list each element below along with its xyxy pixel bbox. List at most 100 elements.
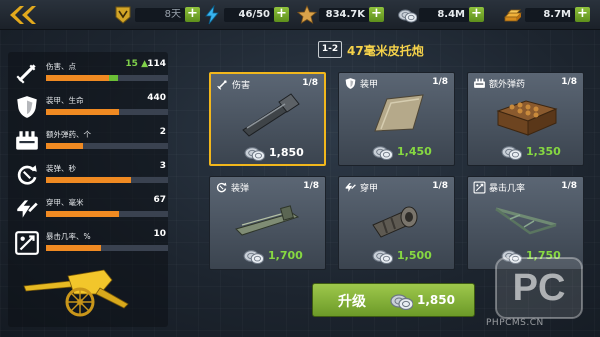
- armor-plate-image: [374, 94, 424, 132]
- stat-bar-fill: [46, 211, 120, 217]
- back-button[interactable]: [4, 3, 44, 27]
- stat-bar: [46, 143, 168, 149]
- star-icon: [297, 5, 317, 24]
- stat-bonus: 15 ▲: [125, 59, 148, 69]
- silver-add-button[interactable]: +: [469, 7, 484, 22]
- card-title: 装甲: [360, 80, 379, 90]
- stat-bar: [46, 109, 168, 115]
- penetration-icon: [344, 182, 357, 193]
- upgrade-button-label: 升级: [338, 294, 366, 310]
- upgrade-card-armor[interactable]: 装甲 1/8 1,450: [338, 72, 455, 166]
- watermark-logo: PC: [495, 257, 583, 319]
- stat-row-damage: 伤害、点 15 ▲ 114: [14, 56, 170, 90]
- card-level: 1/8: [432, 77, 448, 87]
- card-cost: 1,350: [526, 145, 561, 158]
- rank-add-button[interactable]: +: [185, 7, 200, 22]
- shell-icon: [16, 63, 37, 84]
- upgrade-button[interactable]: 升级 1,850: [312, 283, 475, 317]
- card-level: 1/8: [432, 181, 448, 191]
- shield-icon: [17, 96, 37, 118]
- stat-bar-fill: [46, 177, 132, 183]
- card-cost: 1,850: [269, 146, 304, 159]
- stat-name: 装甲、生命: [46, 96, 84, 105]
- stat-name: 额外弹药、个: [46, 130, 91, 139]
- stat-bar-bonus-fill: [109, 75, 118, 81]
- breech-image: [235, 205, 300, 236]
- card-level: 1/8: [302, 78, 318, 88]
- silver-coins-icon: [243, 250, 264, 264]
- crit-icon: [15, 231, 39, 255]
- gold-value: 8.7M: [525, 8, 575, 22]
- silver-coins-icon: [244, 147, 265, 161]
- card-title: 伤害: [232, 81, 251, 91]
- watermark-logo-text: PC: [513, 267, 566, 309]
- stat-row-crit-chance: 暴击几率、% 10: [14, 226, 170, 260]
- shield-icon: [345, 78, 356, 89]
- energy-value: 46/50: [224, 8, 274, 22]
- card-title: 暴击几率: [489, 184, 526, 194]
- stat-row-extra-ammo: 额外弹药、个 2: [14, 124, 170, 158]
- watermark-url: PHPCMS.CN: [486, 318, 544, 328]
- card-title: 装弹: [231, 184, 250, 194]
- stat-value: 67: [153, 195, 166, 205]
- stat-value: 2: [159, 127, 166, 137]
- lightning-icon: [205, 5, 219, 25]
- stat-row-reload: 装弹、秒 3: [14, 158, 170, 192]
- card-title: 穿甲: [360, 184, 379, 194]
- gun-carriage-image: [495, 207, 557, 235]
- top-resource-bar: 8天 + 46/50 + 834.7K + 8.4M + 8.7M +: [0, 0, 600, 30]
- card-level: 1/8: [303, 181, 319, 191]
- stat-bar-fill: [46, 75, 110, 81]
- stat-bar: [46, 177, 168, 183]
- upgrade-cost: 1,850: [417, 293, 455, 307]
- stat-row-penetration: 穿甲、毫米 67: [14, 192, 170, 226]
- upgrade-card-damage[interactable]: 伤害 1/8 1,850: [209, 72, 326, 166]
- stat-name: 穿甲、毫米: [46, 198, 84, 207]
- crit-icon: [473, 181, 486, 194]
- upgrade-card-reload[interactable]: 装弹 1/8 1,700: [209, 176, 326, 270]
- weapon-tier-badge: 1-2: [318, 41, 342, 58]
- gold-bars-icon: [504, 9, 522, 22]
- silver-coins-icon: [398, 9, 417, 23]
- card-level: 1/8: [561, 181, 577, 191]
- ammo-box-icon: [16, 131, 38, 150]
- stat-value: 10: [153, 229, 166, 239]
- reload-icon: [17, 163, 39, 185]
- stat-bar: [46, 75, 168, 81]
- silver-coins-icon: [501, 146, 522, 160]
- stat-value: 440: [147, 93, 166, 103]
- stat-bar-fill: [46, 143, 83, 149]
- card-level: 1/8: [561, 77, 577, 87]
- stat-bar-fill: [46, 245, 101, 251]
- card-cost: 1,450: [397, 145, 432, 158]
- stars-add-button[interactable]: +: [369, 7, 384, 22]
- upgrade-card-penetration[interactable]: 穿甲 1/8 1,500: [338, 176, 455, 270]
- reload-icon: [216, 181, 228, 193]
- penetration-icon: [15, 198, 39, 220]
- card-cost: 1,500: [397, 249, 432, 262]
- stat-bar: [46, 211, 168, 217]
- rank-badge-icon: [115, 6, 131, 24]
- card-cost: 1,700: [268, 249, 303, 262]
- silver-coins-icon: [372, 250, 393, 264]
- weapon-name: 47毫米皮托炮: [347, 44, 424, 58]
- field-gun-image: [23, 269, 129, 317]
- stat-bar: [46, 245, 168, 251]
- rank-value: 8天: [135, 8, 185, 22]
- stat-name: 装弹、秒: [46, 164, 76, 173]
- upgrade-card-extra-ammo[interactable]: 额外弹药 1/8 1,350: [467, 72, 584, 166]
- card-title: 额外弹药: [489, 80, 526, 90]
- stat-bar-fill: [46, 109, 120, 115]
- stat-value: 114: [147, 59, 166, 69]
- muzzle-brake-image: [372, 206, 418, 238]
- stat-row-armor: 装甲、生命 440: [14, 90, 170, 124]
- silver-coins-icon: [372, 146, 393, 160]
- ammo-box-icon: [474, 78, 485, 88]
- stars-value: 834.7K: [319, 8, 369, 22]
- stat-value: 3: [159, 161, 166, 171]
- silver-coins-icon: [390, 294, 413, 310]
- barrel-image: [242, 93, 300, 137]
- energy-add-button[interactable]: +: [274, 7, 289, 22]
- ammo-crate-image: [496, 100, 558, 136]
- gold-add-button[interactable]: +: [575, 7, 590, 22]
